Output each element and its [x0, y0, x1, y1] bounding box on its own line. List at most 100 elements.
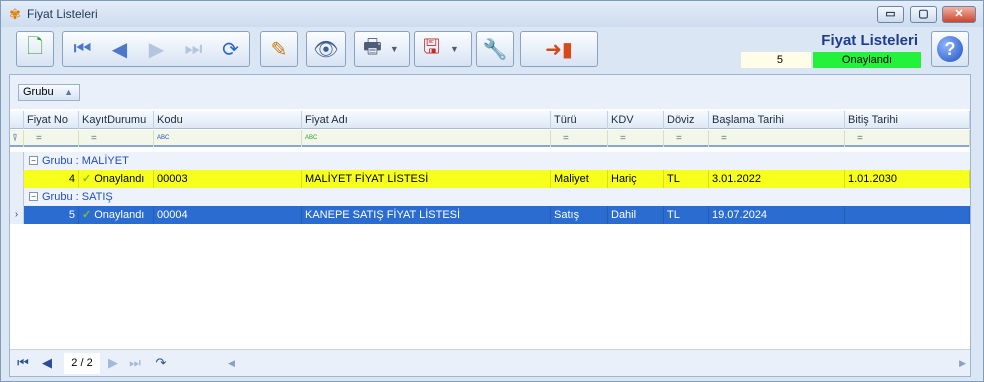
cell-turu: Maliyet — [551, 170, 608, 188]
close-button[interactable]: ✕ — [942, 6, 976, 23]
collapse-icon[interactable]: − — [29, 192, 38, 201]
filter-doviz[interactable]: = — [664, 130, 709, 147]
page-indicator: 2 / 2 — [64, 353, 100, 374]
cell-kayit-durumu: ✓ Onaylandı — [79, 206, 154, 224]
col-kayit-durumu[interactable]: KayıtDurumu — [79, 111, 154, 129]
filter-kdv[interactable]: = — [608, 130, 664, 147]
cell-bitis-tarihi — [845, 206, 970, 224]
filter-turu[interactable]: = — [551, 130, 608, 147]
edit-button[interactable]: ✎ — [260, 31, 298, 67]
view-button[interactable]: 👁 — [306, 31, 346, 67]
last-record-icon[interactable]: ⏭ — [175, 32, 212, 66]
app-window: ✾ Fiyat Listeleri ▭ ▢ ✕ 🗋 ⏮ ◀ ▶ ⏭ ⟳ ✎ 👁 … — [0, 0, 984, 382]
exit-button[interactable]: ➜▮ — [520, 31, 598, 67]
col-kodu[interactable]: Kodu — [154, 111, 302, 129]
previous-record-icon[interactable]: ◀ — [101, 32, 138, 66]
cell-kodu: 00004 — [154, 206, 302, 224]
cell-kayit-durumu: ✓ Onaylandı — [79, 170, 154, 188]
column-header-row: Fiyat No KayıtDurumu Kodu Fiyat Adı Türü… — [10, 111, 970, 129]
last-page-icon[interactable]: ⏭ — [126, 355, 144, 371]
group-row-satis[interactable]: − Grubu : SATIŞ — [10, 188, 970, 206]
cell-bitis-tarihi: 1.01.2030 — [845, 170, 970, 188]
cell-status-text: Onaylandı — [94, 173, 145, 185]
maximize-button[interactable]: ▢ — [910, 6, 937, 23]
grid-panel: Grubu ▲ Fiyat No KayıtDurumu Kodu Fiyat A… — [9, 74, 971, 377]
next-record-icon[interactable]: ▶ — [138, 32, 175, 66]
current-row-icon: › — [10, 206, 24, 224]
pdf-export-button[interactable]: 🖫 ▼ — [414, 31, 472, 67]
cell-kdv: Dahil — [608, 206, 664, 224]
dropdown-arrow-icon: ▼ — [450, 44, 459, 54]
row-indicator — [10, 152, 24, 170]
table-row-selected[interactable]: › 5 ✓ Onaylandı 00004 KANEPE SATIŞ FİYAT … — [10, 206, 970, 224]
group-by-chip[interactable]: Grubu ▲ — [18, 84, 80, 101]
cell-kodu: 00003 — [154, 170, 302, 188]
cell-kdv: Hariç — [608, 170, 664, 188]
grid-body: − Grubu : MALİYET 4 ✓ Onaylandı 00003 MAL… — [10, 150, 970, 346]
group-panel: Grubu ▲ — [10, 75, 970, 109]
collapse-icon[interactable]: − — [29, 156, 38, 165]
previous-page-icon[interactable]: ◀ — [38, 355, 56, 371]
filter-icon[interactable]: ⍒ — [10, 130, 24, 147]
cell-baslama-tarihi: 3.01.2022 — [709, 170, 845, 188]
filter-fiyat-adi[interactable]: ABC — [302, 130, 551, 147]
filter-row: ⍒ = = ABC ABC = = = = = — [10, 130, 970, 147]
cell-turu: Satış — [551, 206, 608, 224]
new-document-icon: 🗋 — [26, 36, 44, 58]
group-label: Grubu : MALİYET — [42, 155, 129, 167]
col-kdv[interactable]: KDV — [608, 111, 664, 129]
page-title: Fiyat Listeleri — [821, 32, 918, 49]
row-indicator — [10, 170, 24, 188]
view-eye-icon: 👁 — [313, 38, 339, 61]
check-icon: ✓ — [82, 173, 92, 185]
sort-asc-icon: ▲ — [64, 87, 73, 97]
col-fiyat-adi[interactable]: Fiyat Adı — [302, 111, 551, 129]
help-icon: ? — [937, 36, 963, 62]
col-baslama-tarihi[interactable]: Başlama Tarihi — [709, 111, 845, 129]
printer-icon: 🖶 ▼ — [363, 36, 399, 58]
minimize-button[interactable]: ▭ — [877, 6, 904, 23]
scroll-right-icon[interactable]: ▶ — [959, 356, 966, 371]
cell-status-text: Onaylandı — [94, 209, 145, 221]
window-title: Fiyat Listeleri — [27, 7, 98, 21]
new-record-button[interactable]: 🗋 — [16, 31, 54, 67]
row-indicator — [10, 188, 24, 206]
filter-baslama-tarihi[interactable]: = — [709, 130, 845, 147]
cell-baslama-tarihi: 19.07.2024 — [709, 206, 845, 224]
butterfly-app-icon: ✾ — [9, 6, 21, 22]
filter-bitis-tarihi[interactable]: = — [845, 130, 970, 147]
group-row-maliyet[interactable]: − Grubu : MALİYET — [10, 152, 970, 170]
dropdown-arrow-icon: ▼ — [389, 44, 399, 54]
filter-kodu[interactable]: ABC — [154, 130, 302, 147]
text-filter-icon: ABC — [305, 135, 318, 142]
table-row[interactable]: 4 ✓ Onaylandı 00003 MALİYET FİYAT LİSTESİ… — [10, 170, 970, 188]
first-record-icon[interactable]: ⏮ — [64, 32, 101, 66]
col-doviz[interactable]: Döviz — [664, 111, 709, 129]
header-indicator — [10, 111, 24, 129]
title-bar: ✾ Fiyat Listeleri ▭ ▢ ✕ — [1, 1, 983, 27]
grid-navigator: ⏮ ◀ 2 / 2 ▶ ⏭ ↷ ◀ ▶ — [10, 349, 970, 376]
record-count: 5 — [741, 52, 811, 68]
print-button[interactable]: 🖶 ▼ — [354, 31, 410, 67]
refresh-icon[interactable]: ⟳ — [212, 32, 249, 66]
status-badge: Onaylandı — [813, 52, 921, 68]
col-turu[interactable]: Türü — [551, 111, 608, 129]
help-button[interactable]: ? — [931, 31, 969, 67]
reload-icon[interactable]: ↷ — [152, 355, 170, 371]
cell-doviz: TL — [664, 170, 709, 188]
cell-fiyat-no: 5 — [38, 206, 79, 224]
filter-fiyat-no[interactable]: = — [24, 130, 79, 147]
cell-doviz: TL — [664, 206, 709, 224]
scroll-left-icon[interactable]: ◀ — [228, 356, 235, 371]
filter-kayit-durumu[interactable]: = — [79, 130, 154, 147]
cell-fiyat-no: 4 — [38, 170, 79, 188]
wrench-icon: 🔧 — [482, 38, 508, 61]
text-filter-icon: ABC — [157, 135, 170, 142]
edit-pencil-icon: ✎ — [270, 38, 288, 61]
next-page-icon[interactable]: ▶ — [104, 355, 122, 371]
horizontal-scrollbar[interactable]: ◀ ▶ — [224, 356, 968, 371]
col-bitis-tarihi[interactable]: Bitiş Tarihi — [845, 111, 970, 129]
first-page-icon[interactable]: ⏮ — [14, 355, 32, 371]
settings-button[interactable]: 🔧 — [476, 31, 514, 67]
col-fiyat-no[interactable]: Fiyat No — [24, 111, 79, 129]
